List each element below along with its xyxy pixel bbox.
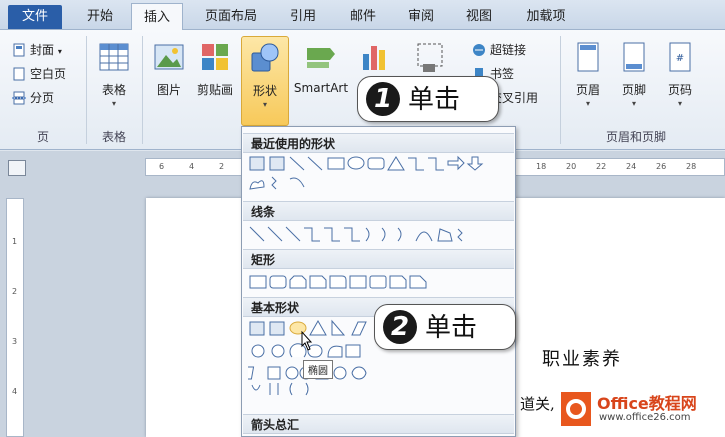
page-number-icon: # (669, 42, 691, 72)
clipart-label: 剪贴画 (196, 83, 233, 97)
logo-url-text: www.office26.com (599, 412, 691, 423)
arrows-header: 箭头总汇 (243, 414, 514, 434)
tab-references[interactable]: 引用 (280, 3, 326, 30)
cover-page-button[interactable]: 封面 ▾ (10, 40, 62, 60)
clipart-button[interactable]: 剪贴画 (192, 36, 238, 122)
ruler-mark: 4 (12, 387, 18, 396)
header-button[interactable]: 页眉 ▾ (566, 36, 610, 122)
hyperlink-button[interactable]: 超链接 (470, 40, 526, 60)
ruler-mark: 6 (159, 162, 165, 171)
chart-icon (363, 46, 385, 70)
logo-main-text: Office教程网 (597, 394, 697, 413)
picture-label: 图片 (156, 83, 181, 97)
table-group-label: 表格 (101, 130, 126, 144)
step-text-1: 单击 (408, 85, 461, 115)
shapes-icon (251, 43, 279, 72)
lines-header: 线条 (243, 201, 514, 221)
ribbon-tab-bar: 文件 开始 插入 页面布局 引用 邮件 审阅 视图 加载项 (0, 0, 725, 31)
tab-home[interactable]: 开始 (76, 3, 124, 30)
tab-file[interactable]: 文件 (8, 5, 62, 29)
page-break-icon (12, 91, 26, 105)
tab-page-layout[interactable]: 页面布局 (196, 3, 266, 30)
footer-icon (623, 42, 645, 72)
lines-row (249, 226, 463, 242)
break-label: 分页 (30, 91, 55, 105)
blank-page-button[interactable]: 空白页 (10, 64, 66, 84)
header-footer-group-label: 页眉和页脚 (605, 130, 666, 144)
screenshot-icon (417, 43, 443, 72)
hyperlink-label: 超链接 (490, 43, 527, 57)
ruler-mark: 24 (626, 162, 637, 171)
ruler-mark: 1 (12, 237, 18, 246)
tab-selector[interactable] (8, 160, 26, 176)
rectangles-header: 矩形 (243, 249, 514, 269)
footer-label: 页脚 (621, 83, 646, 97)
smartart-icon (307, 48, 335, 68)
step-number-2: 2 (383, 310, 417, 344)
page-group-label: 页 (36, 130, 49, 144)
smartart-label: SmartArt (293, 81, 349, 95)
tab-mailings[interactable]: 邮件 (340, 3, 386, 30)
tab-review[interactable]: 审阅 (398, 3, 444, 30)
header-label: 页眉 (575, 83, 600, 97)
ruler-mark: 2 (12, 287, 18, 296)
shapes-button[interactable]: 形状 ▾ (241, 36, 289, 126)
ruler-mark: 3 (12, 337, 18, 346)
shapes-label: 形状 (252, 84, 277, 98)
table-button[interactable]: 表格 ▾ (90, 36, 138, 122)
svg-text:#: # (676, 53, 684, 64)
cover-page-icon (13, 43, 25, 57)
page-number-label: 页码 (667, 83, 692, 97)
blank-label: 空白页 (30, 67, 67, 81)
hyperlink-icon (473, 44, 485, 56)
page-break-button[interactable]: 分页 (10, 88, 54, 108)
page-number-button[interactable]: # 页码 ▾ (658, 36, 702, 122)
document-body-text: 道关, (520, 395, 555, 413)
ruler-mark: 4 (189, 162, 195, 171)
step-number-1: 1 (366, 82, 400, 116)
separator (142, 36, 143, 144)
ruler-mark: 26 (656, 162, 667, 171)
ruler-mark: 20 (566, 162, 577, 171)
step-text-2: 单击 (425, 313, 478, 343)
tab-insert[interactable]: 插入 (131, 3, 183, 31)
table-icon (99, 43, 129, 71)
step-callout-2: 2 单击 (374, 304, 516, 350)
ruler-mark: 28 (686, 162, 697, 171)
office26-logo: Office教程网 www.office26.com (559, 386, 723, 432)
document-title: 职业素养 (542, 349, 622, 370)
tab-view[interactable]: 视图 (456, 3, 502, 30)
cover-label: 封面 (30, 43, 55, 57)
tab-addins[interactable]: 加载项 (516, 3, 576, 30)
recent-shapes-row (249, 155, 484, 190)
ruler-mark: 2 (219, 162, 225, 171)
separator (560, 36, 561, 144)
recent-shapes-header: 最近使用的形状 (243, 133, 514, 153)
table-label: 表格 (101, 83, 126, 97)
header-icon (577, 42, 599, 72)
blank-page-icon (13, 67, 25, 81)
vertical-ruler[interactable]: 1 2 3 4 (6, 198, 24, 437)
mouse-cursor-icon (301, 330, 313, 351)
ruler-mark: 22 (596, 162, 607, 171)
clipart-icon (202, 44, 228, 70)
smartart-button[interactable]: SmartArt (291, 36, 351, 122)
ruler-mark: 18 (536, 162, 547, 171)
picture-icon (154, 44, 184, 70)
shape-tooltip: 椭圆 (303, 360, 333, 379)
picture-button[interactable]: 图片 (148, 36, 190, 122)
step-callout-1: 1 单击 (357, 76, 499, 122)
shapes-dropdown: 最近使用的形状 线条 矩形 基本形状 箭头总汇 (241, 126, 516, 437)
footer-button[interactable]: 页脚 ▾ (612, 36, 656, 122)
rectangles-row (249, 275, 427, 289)
